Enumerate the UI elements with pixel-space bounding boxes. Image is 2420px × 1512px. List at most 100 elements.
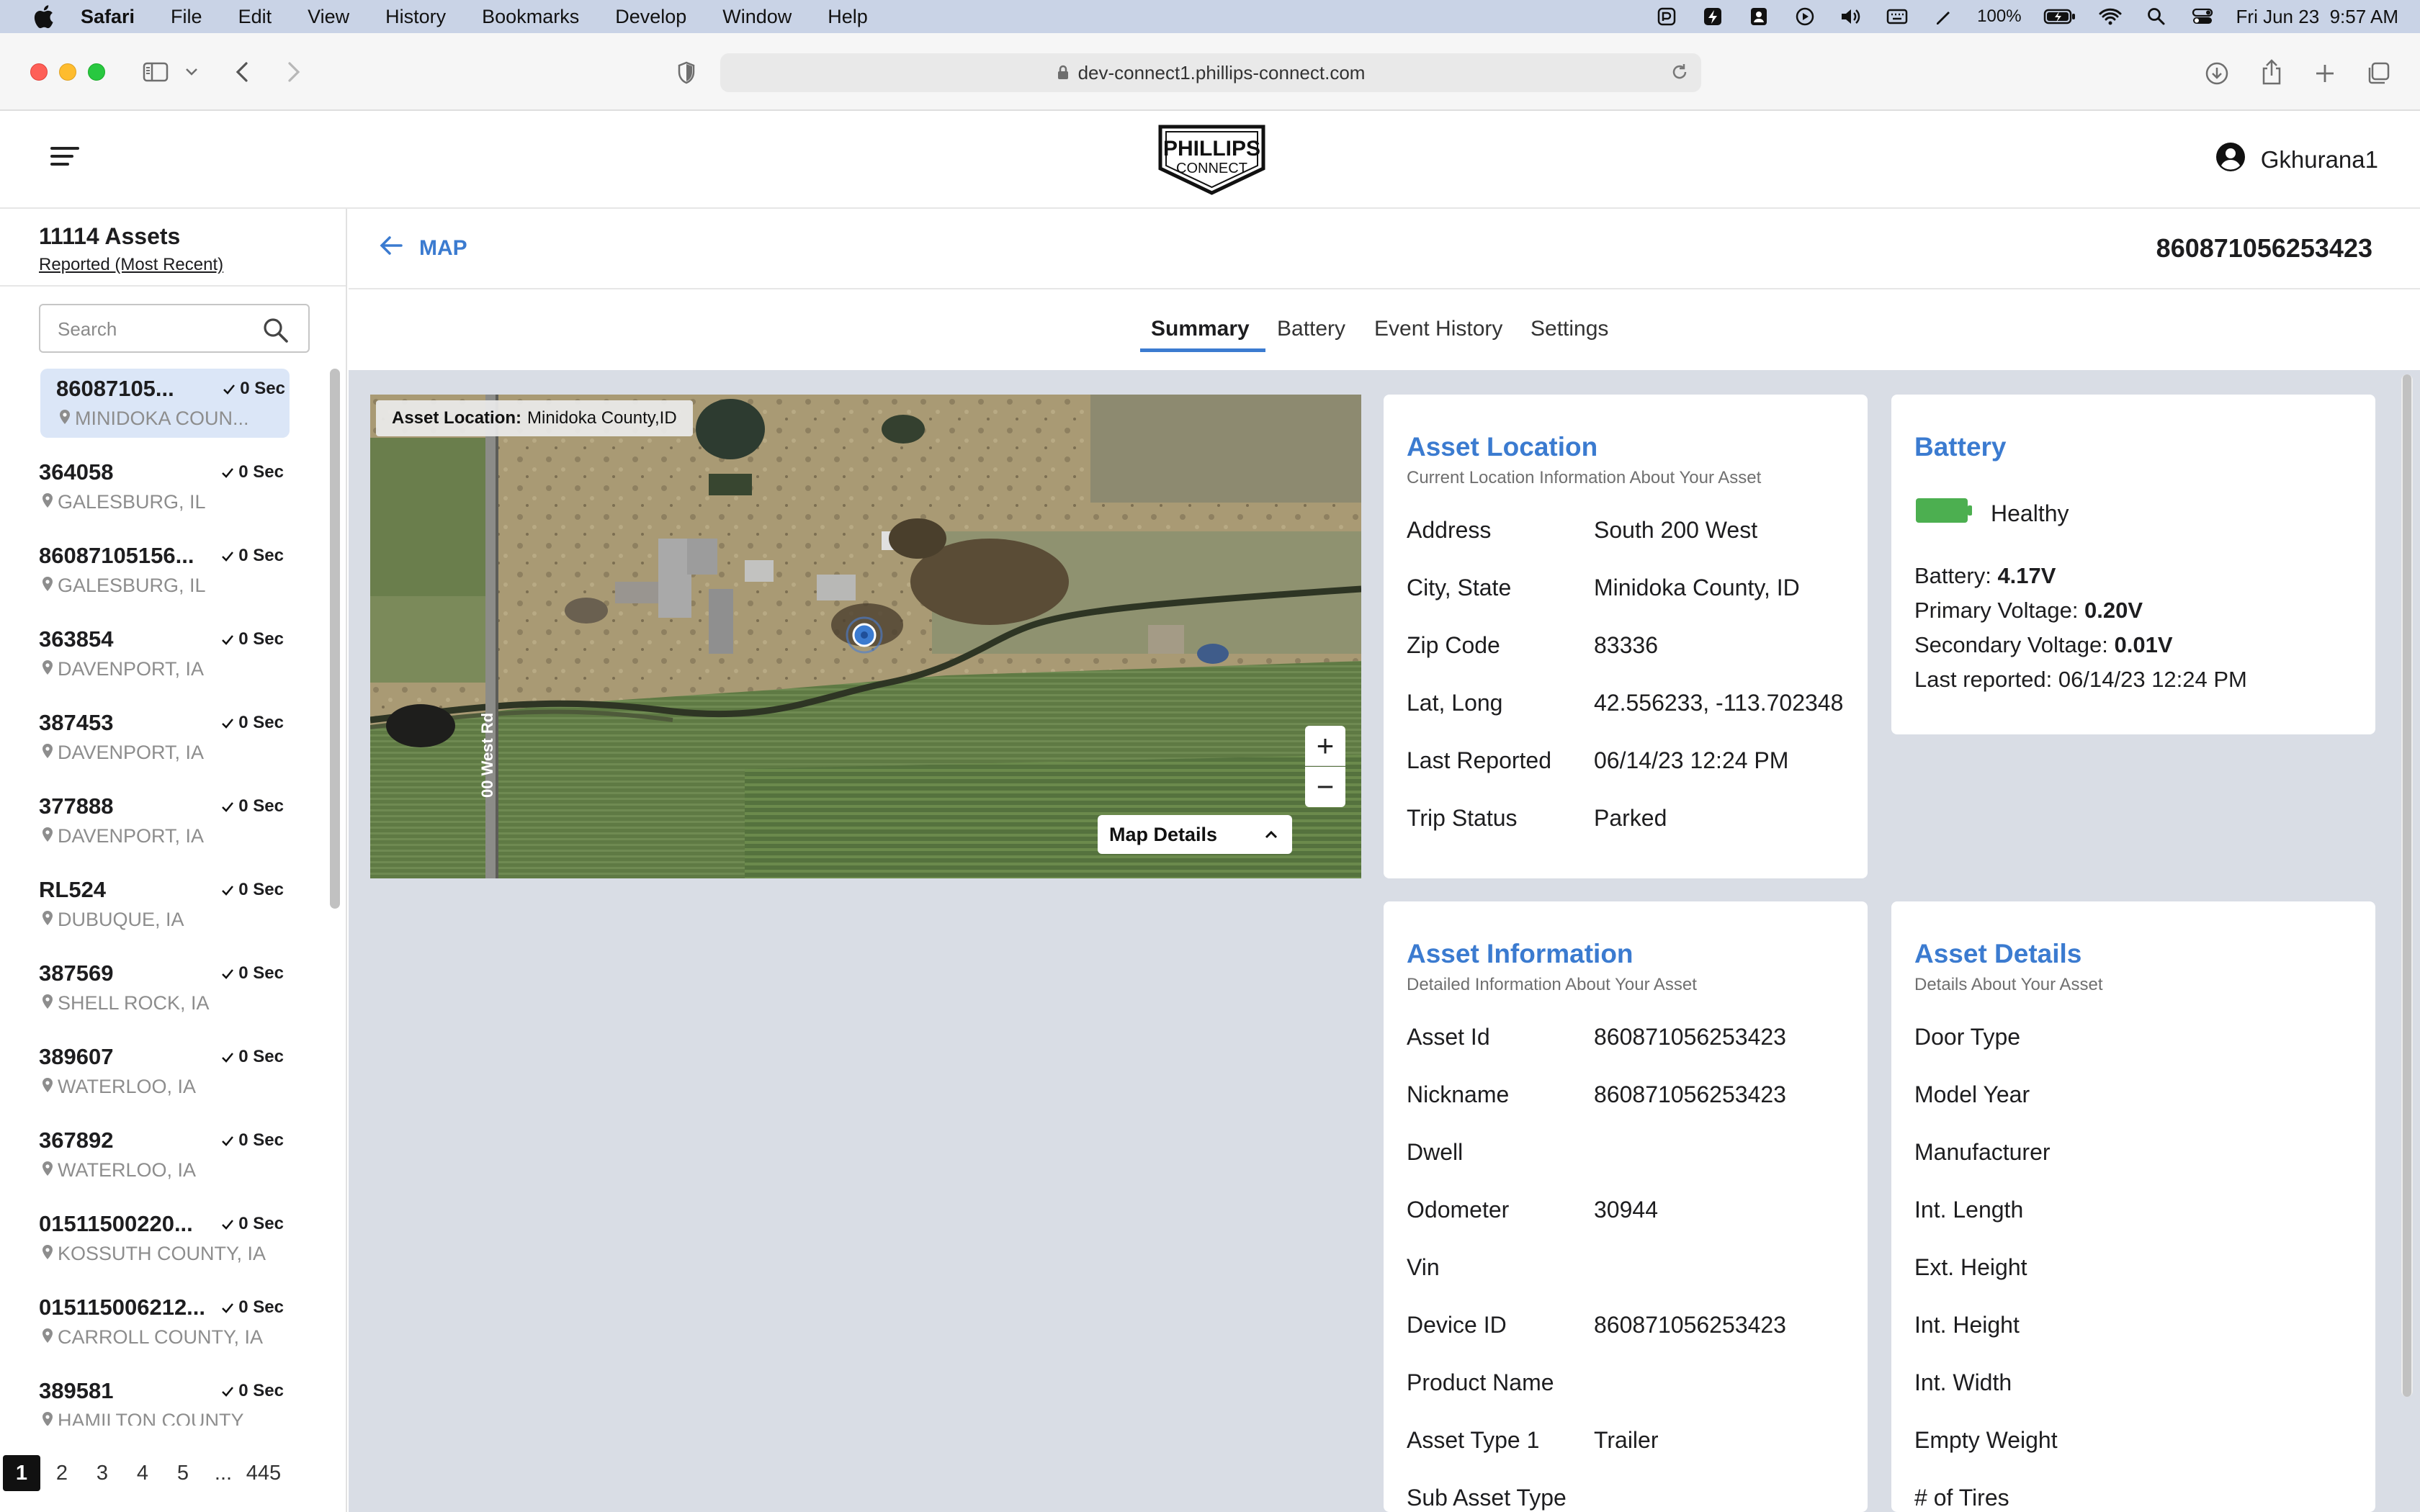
fullscreen-window-button[interactable] [88,63,105,81]
back-to-map-button[interactable]: MAP [379,235,467,262]
zoom-in-button[interactable]: + [1305,726,1345,766]
battery-status: Healthy [1914,495,2069,531]
forward-nav-icon[interactable] [281,59,307,85]
tab-settings[interactable]: Settings [1531,317,1608,341]
menu-edit[interactable]: Edit [220,6,290,28]
asset-list-item-location-text: DUBUQUE, IA [58,909,184,930]
apple-menu-icon[interactable] [26,0,60,33]
tab-overview-icon[interactable] [2364,59,2393,88]
asset-list-item[interactable]: 363854 0 Sec DAVENPORT, IA [39,619,288,688]
username: Gkhurana1 [2260,146,2378,173]
asset-list-item[interactable]: 01511500220... 0 Sec KOSSUTH COUNTY, IA [39,1204,288,1273]
asset-list-item-id: 387453 [39,710,114,735]
asset-list-item[interactable]: 86087105... 0 Sec MINIDOKA COUN... [40,369,290,438]
page-2-button[interactable]: 2 [43,1455,81,1491]
macos-menu-bar: Safari File Edit View History Bookmarks … [0,0,2420,33]
content-scrollbar-thumb[interactable] [2403,374,2411,1397]
address-bar[interactable]: dev-connect1.phillips-connect.com [720,53,1701,92]
tab-group-chevron-icon[interactable] [183,63,200,81]
menu-history[interactable]: History [367,6,464,28]
asset-list-item-location-text: MINIDOKA COUN... [75,408,249,429]
spotlight-search-icon[interactable] [2144,6,2169,27]
check-icon [221,462,238,482]
menubar-clock[interactable]: Fri Jun 23 9:57 AM [2236,6,2398,28]
share-icon[interactable] [2257,56,2286,88]
asset-list-item-location: DAVENPORT, IA [42,825,204,847]
downloads-icon[interactable] [2202,59,2231,88]
asset-list-item-id: 01511500220... [39,1211,193,1236]
battery-status-label: Healthy [1991,500,2069,526]
sidebar-scrollbar[interactable] [330,369,340,1434]
privacy-shield-icon[interactable] [674,60,699,85]
extension-icon[interactable] [1654,6,1679,27]
info-row-label: Int. Height [1914,1312,2020,1338]
asset-list-item[interactable]: 86087105156... 0 Sec GALESBURG, IL [39,536,288,605]
zoom-out-button[interactable]: − [1305,767,1345,807]
menu-bookmarks[interactable]: Bookmarks [464,6,597,28]
asset-list-item[interactable]: 389581 0 Sec HAMILTON COUNTY [39,1371,288,1426]
keyboard-icon[interactable] [1885,6,1909,27]
asset-list-item[interactable]: 364058 0 Sec GALESBURG, IL [39,452,288,521]
content-scrollbar[interactable] [2401,374,2413,1397]
hamburger-menu-icon[interactable] [50,147,79,168]
menu-view[interactable]: View [290,6,367,28]
control-center-icon[interactable] [2190,6,2215,27]
play-icon[interactable] [1793,6,1817,27]
volume-icon[interactable] [1839,6,1863,27]
asset-list-item[interactable]: 387569 0 Sec SHELL ROCK, IA [39,953,288,1022]
search-icon[interactable] [262,317,290,348]
pen-icon[interactable] [1931,6,1955,27]
sidebar-toggle-icon[interactable] [141,59,170,85]
tab-event-history[interactable]: Event History [1374,317,1502,341]
minimize-window-button[interactable] [59,63,76,81]
map-details-toggle[interactable]: Map Details [1098,815,1292,854]
page-3-button[interactable]: 3 [84,1455,121,1491]
bolt-app-icon[interactable] [1700,6,1725,27]
menu-app-name[interactable]: Safari [60,6,153,28]
menu-file[interactable]: File [153,6,220,28]
page-4-button[interactable]: 4 [124,1455,161,1491]
asset-list-item-location: DUBUQUE, IA [42,909,184,931]
menu-help[interactable]: Help [810,6,886,28]
menu-develop[interactable]: Develop [597,6,704,28]
asset-list-item[interactable]: 015115006212... 0 Sec CARROLL COUNTY, IA [39,1287,288,1356]
new-tab-icon[interactable] [2311,59,2339,88]
page-5-button[interactable]: 5 [164,1455,202,1491]
page-ellipsis: ... [214,1461,233,1485]
check-icon [221,546,238,565]
tab-battery[interactable]: Battery [1277,317,1345,341]
asset-list-item-time: 0 Sec [221,546,284,566]
info-row-value: 860871056253423 [1594,1312,1786,1338]
menu-window[interactable]: Window [704,6,810,28]
asset-list-item[interactable]: 387453 0 Sec DAVENPORT, IA [39,703,288,772]
asset-search[interactable] [39,304,310,353]
wifi-icon[interactable] [2098,6,2123,27]
battery-title: Battery [1914,432,2007,462]
asset-list-item-time-value: 0 Sec [238,1214,284,1233]
battery-info-label: Primary Voltage: [1914,598,2085,623]
page-1-button[interactable]: 1 [3,1455,40,1491]
asset-list-item[interactable]: 367892 0 Sec WATERLOO, IA [39,1120,288,1189]
road-label: 00 West Rd [478,712,496,798]
battery-charging-icon[interactable] [2043,6,2076,27]
asset-list-item[interactable]: 389607 0 Sec WATERLOO, IA [39,1037,288,1106]
asset-list-item[interactable]: RL524 0 Sec DUBUQUE, IA [39,870,288,939]
tab-summary[interactable]: Summary [1151,317,1250,341]
info-row-value: Parked [1594,805,1667,831]
user-menu[interactable]: Gkhurana1 [2215,141,2378,179]
asset-list-item-time: 0 Sec [221,880,284,900]
contacts-icon[interactable] [1747,6,1771,27]
close-window-button[interactable] [30,63,48,81]
reload-icon[interactable] [1670,62,1690,87]
asset-search-input[interactable] [58,318,259,341]
asset-list-item-time-value: 0 Sec [240,379,285,398]
check-icon [221,796,238,816]
info-row-label: # of Tires [1914,1485,2009,1511]
page-last-button[interactable]: 445 [245,1455,282,1491]
sidebar-scrollbar-thumb[interactable] [330,369,340,909]
back-nav-icon[interactable] [229,59,255,85]
sort-selector-link[interactable]: Reported (Most Recent) [39,255,223,275]
asset-list-item[interactable]: 377888 0 Sec DAVENPORT, IA [39,786,288,855]
asset-map[interactable]: Asset Location: Minidoka County,ID 00 We… [370,395,1361,878]
phillips-connect-logo[interactable]: PHILLIPS CONNECT [1156,122,1268,197]
